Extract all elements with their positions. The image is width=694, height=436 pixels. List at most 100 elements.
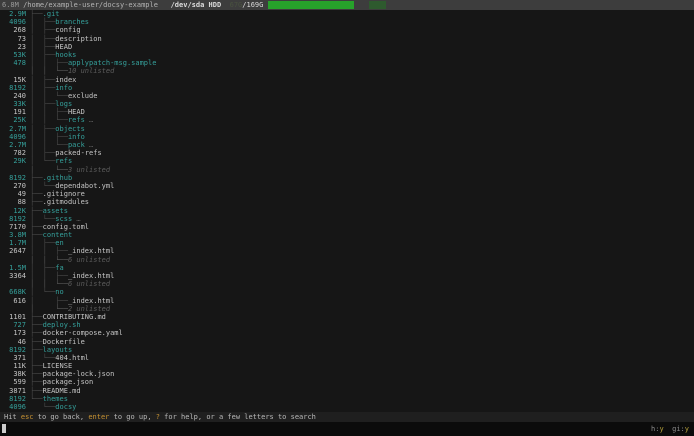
tree-row[interactable]: 4096 │ │ ├── info	[0, 133, 694, 141]
tree-row[interactable]: 1101 ├── CONTRIBUTING.md	[0, 313, 694, 321]
tree-row[interactable]: 49 ├── .gitignore	[0, 190, 694, 198]
entry-name: .gitmodules	[43, 198, 89, 206]
entry-name: CONTRIBUTING.md	[43, 313, 106, 321]
entry-name: layouts	[43, 346, 73, 354]
tree-row[interactable]: 599 ├── package.json	[0, 378, 694, 386]
tree-row[interactable]: 371 │ └── 404.html	[0, 354, 694, 362]
tree-row[interactable]: 15K │ ├── index	[0, 76, 694, 84]
entry-size: 73	[0, 35, 26, 43]
entry-size: 1.5M	[0, 264, 26, 272]
tree-row[interactable]: 88 ├── .gitmodules	[0, 198, 694, 206]
disk-used-value: 67G	[230, 1, 243, 9]
entry-name: package-lock.json	[43, 370, 115, 378]
entry-size: 12K	[0, 207, 26, 215]
tree-row[interactable]: 3364 │ │ ├── _index.html	[0, 272, 694, 280]
tree-row[interactable]: 191 │ │ ├── HEAD	[0, 108, 694, 116]
tree-row[interactable]: 38K ├── package-lock.json	[0, 370, 694, 378]
tree-branch-lines: │ │ └──	[30, 92, 68, 100]
entry-name: themes	[43, 395, 68, 403]
entry-size: 88	[0, 198, 26, 206]
tree-row[interactable]: 782 │ ├── packed-refs	[0, 149, 694, 157]
tree-row[interactable]: 2.7M │ │ └── pack …	[0, 141, 694, 149]
entry-size: 1101	[0, 313, 26, 321]
tree-row[interactable]: │ └── 2 unlisted	[0, 305, 694, 313]
entry-size: 8192	[0, 346, 26, 354]
entry-size: 8192	[0, 395, 26, 403]
tree-row[interactable]: 53K │ ├── hooks	[0, 51, 694, 59]
tree-branch-lines: │ │ └──	[30, 67, 68, 75]
disk-status-bar: 6.8M /home/example-user/docsy-example /d…	[0, 0, 694, 10]
tree-row[interactable]: 46 ├── Dockerfile	[0, 338, 694, 346]
tree-row[interactable]: 8192 │ ├── info	[0, 84, 694, 92]
disk-usage-bar-fill	[268, 1, 354, 9]
tree-row[interactable]: 8192 │ └── scss …	[0, 215, 694, 223]
tree-row[interactable]: 268 │ ├── config	[0, 26, 694, 34]
tree-row[interactable]: 11K ├── LICENSE	[0, 362, 694, 370]
entry-name: dependabot.yml	[55, 182, 114, 190]
search-input-line[interactable]: h:y gi:y	[0, 422, 694, 436]
tree-row[interactable]: 8192 └── themes	[0, 395, 694, 403]
tree-row[interactable]: 727 ├── deploy.sh	[0, 321, 694, 329]
entry-size: 11K	[0, 362, 26, 370]
entry-name: 3 unlisted	[68, 166, 110, 174]
entry-size: 8192	[0, 84, 26, 92]
entry-size: 2.7M	[0, 141, 26, 149]
tree-row[interactable]: 668K │ └── no	[0, 288, 694, 296]
disk-type-label: HDD	[209, 1, 222, 9]
tree-row[interactable]: 12K ├── assets	[0, 207, 694, 215]
tree-row[interactable]: 23 │ ├── HEAD	[0, 43, 694, 51]
tree-branch-lines: │ └──	[30, 166, 68, 174]
current-path[interactable]: /home/example-user/docsy-example	[23, 1, 158, 9]
tree-branch-lines: │ │ ├──	[30, 247, 68, 255]
tree-row[interactable]: 240 │ │ └── exclude	[0, 92, 694, 100]
entry-name: .git	[43, 10, 60, 18]
tree-row[interactable]: 3871 ├── README.md	[0, 387, 694, 395]
entry-size: 371	[0, 354, 26, 362]
tree-row[interactable]: 25K │ │ └── refs …	[0, 116, 694, 124]
tree-row[interactable]: 29K │ └── refs	[0, 157, 694, 165]
tree-row[interactable]: 4096 │ ├── branches	[0, 18, 694, 26]
tree-row[interactable]: 270 │ └── dependabot.yml	[0, 182, 694, 190]
entry-name: README.md	[43, 387, 81, 395]
tree-row[interactable]: 8192 ├── .github	[0, 174, 694, 182]
entry-name: deploy.sh	[43, 321, 81, 329]
help-text: for help, or a few letters to search	[160, 413, 316, 421]
entry-name: _index.html	[68, 247, 114, 255]
entry-name: fa	[55, 264, 63, 272]
tree-row[interactable]: 616 │ ├── _index.html	[0, 297, 694, 305]
tree-row[interactable]: 33K │ ├── logs	[0, 100, 694, 108]
tree-row[interactable]: 173 ├── docker-compose.yaml	[0, 329, 694, 337]
tree-branch-lines: │ │ ├──	[30, 272, 68, 280]
entry-size: 616	[0, 297, 26, 305]
tree-row[interactable]: 2.7M │ ├── objects	[0, 125, 694, 133]
tree-row[interactable]: │ │ └── 10 unlisted	[0, 67, 694, 75]
tree-row[interactable]: 4096 └── docsy	[0, 403, 694, 411]
tree-row[interactable]: 2.9M ├── .git	[0, 10, 694, 18]
entry-name: info	[55, 84, 72, 92]
tree-row[interactable]: │ │ └── 6 unlisted	[0, 256, 694, 264]
tree-row[interactable]: │ │ └── 6 unlisted	[0, 280, 694, 288]
file-tree: 2.9M ├── .git 4096 │ ├── branches 268 │ …	[0, 10, 694, 411]
tree-row[interactable]: 1.5M │ ├── fa	[0, 264, 694, 272]
entry-size: 727	[0, 321, 26, 329]
tree-branch-lines: │ ├──	[30, 51, 55, 59]
entry-size: 46	[0, 338, 26, 346]
entry-name: HEAD	[68, 108, 85, 116]
entry-name: refs	[68, 116, 85, 124]
tree-row[interactable]: 3.8M ├── content	[0, 231, 694, 239]
tree-row[interactable]: 73 │ ├── description	[0, 35, 694, 43]
tree-row[interactable]: │ └── 3 unlisted	[0, 166, 694, 174]
entry-size: 29K	[0, 157, 26, 165]
tree-branch-lines: │ │ └──	[30, 141, 68, 149]
text-cursor	[2, 424, 6, 433]
collapsed-ellipsis: …	[85, 116, 93, 124]
entry-size: 25K	[0, 116, 26, 124]
tree-row[interactable]: 7170 ├── config.toml	[0, 223, 694, 231]
tree-row[interactable]: 8192 ├── layouts	[0, 346, 694, 354]
entry-size: 15K	[0, 76, 26, 84]
tree-row[interactable]: 478 │ │ ├── applypatch-msg.sample	[0, 59, 694, 67]
tree-row[interactable]: 2647 │ │ ├── _index.html	[0, 247, 694, 255]
tree-row[interactable]: 1.7M │ ├── en	[0, 239, 694, 247]
entry-size: 8192	[0, 215, 26, 223]
entry-name: 6 unlisted	[68, 280, 110, 288]
